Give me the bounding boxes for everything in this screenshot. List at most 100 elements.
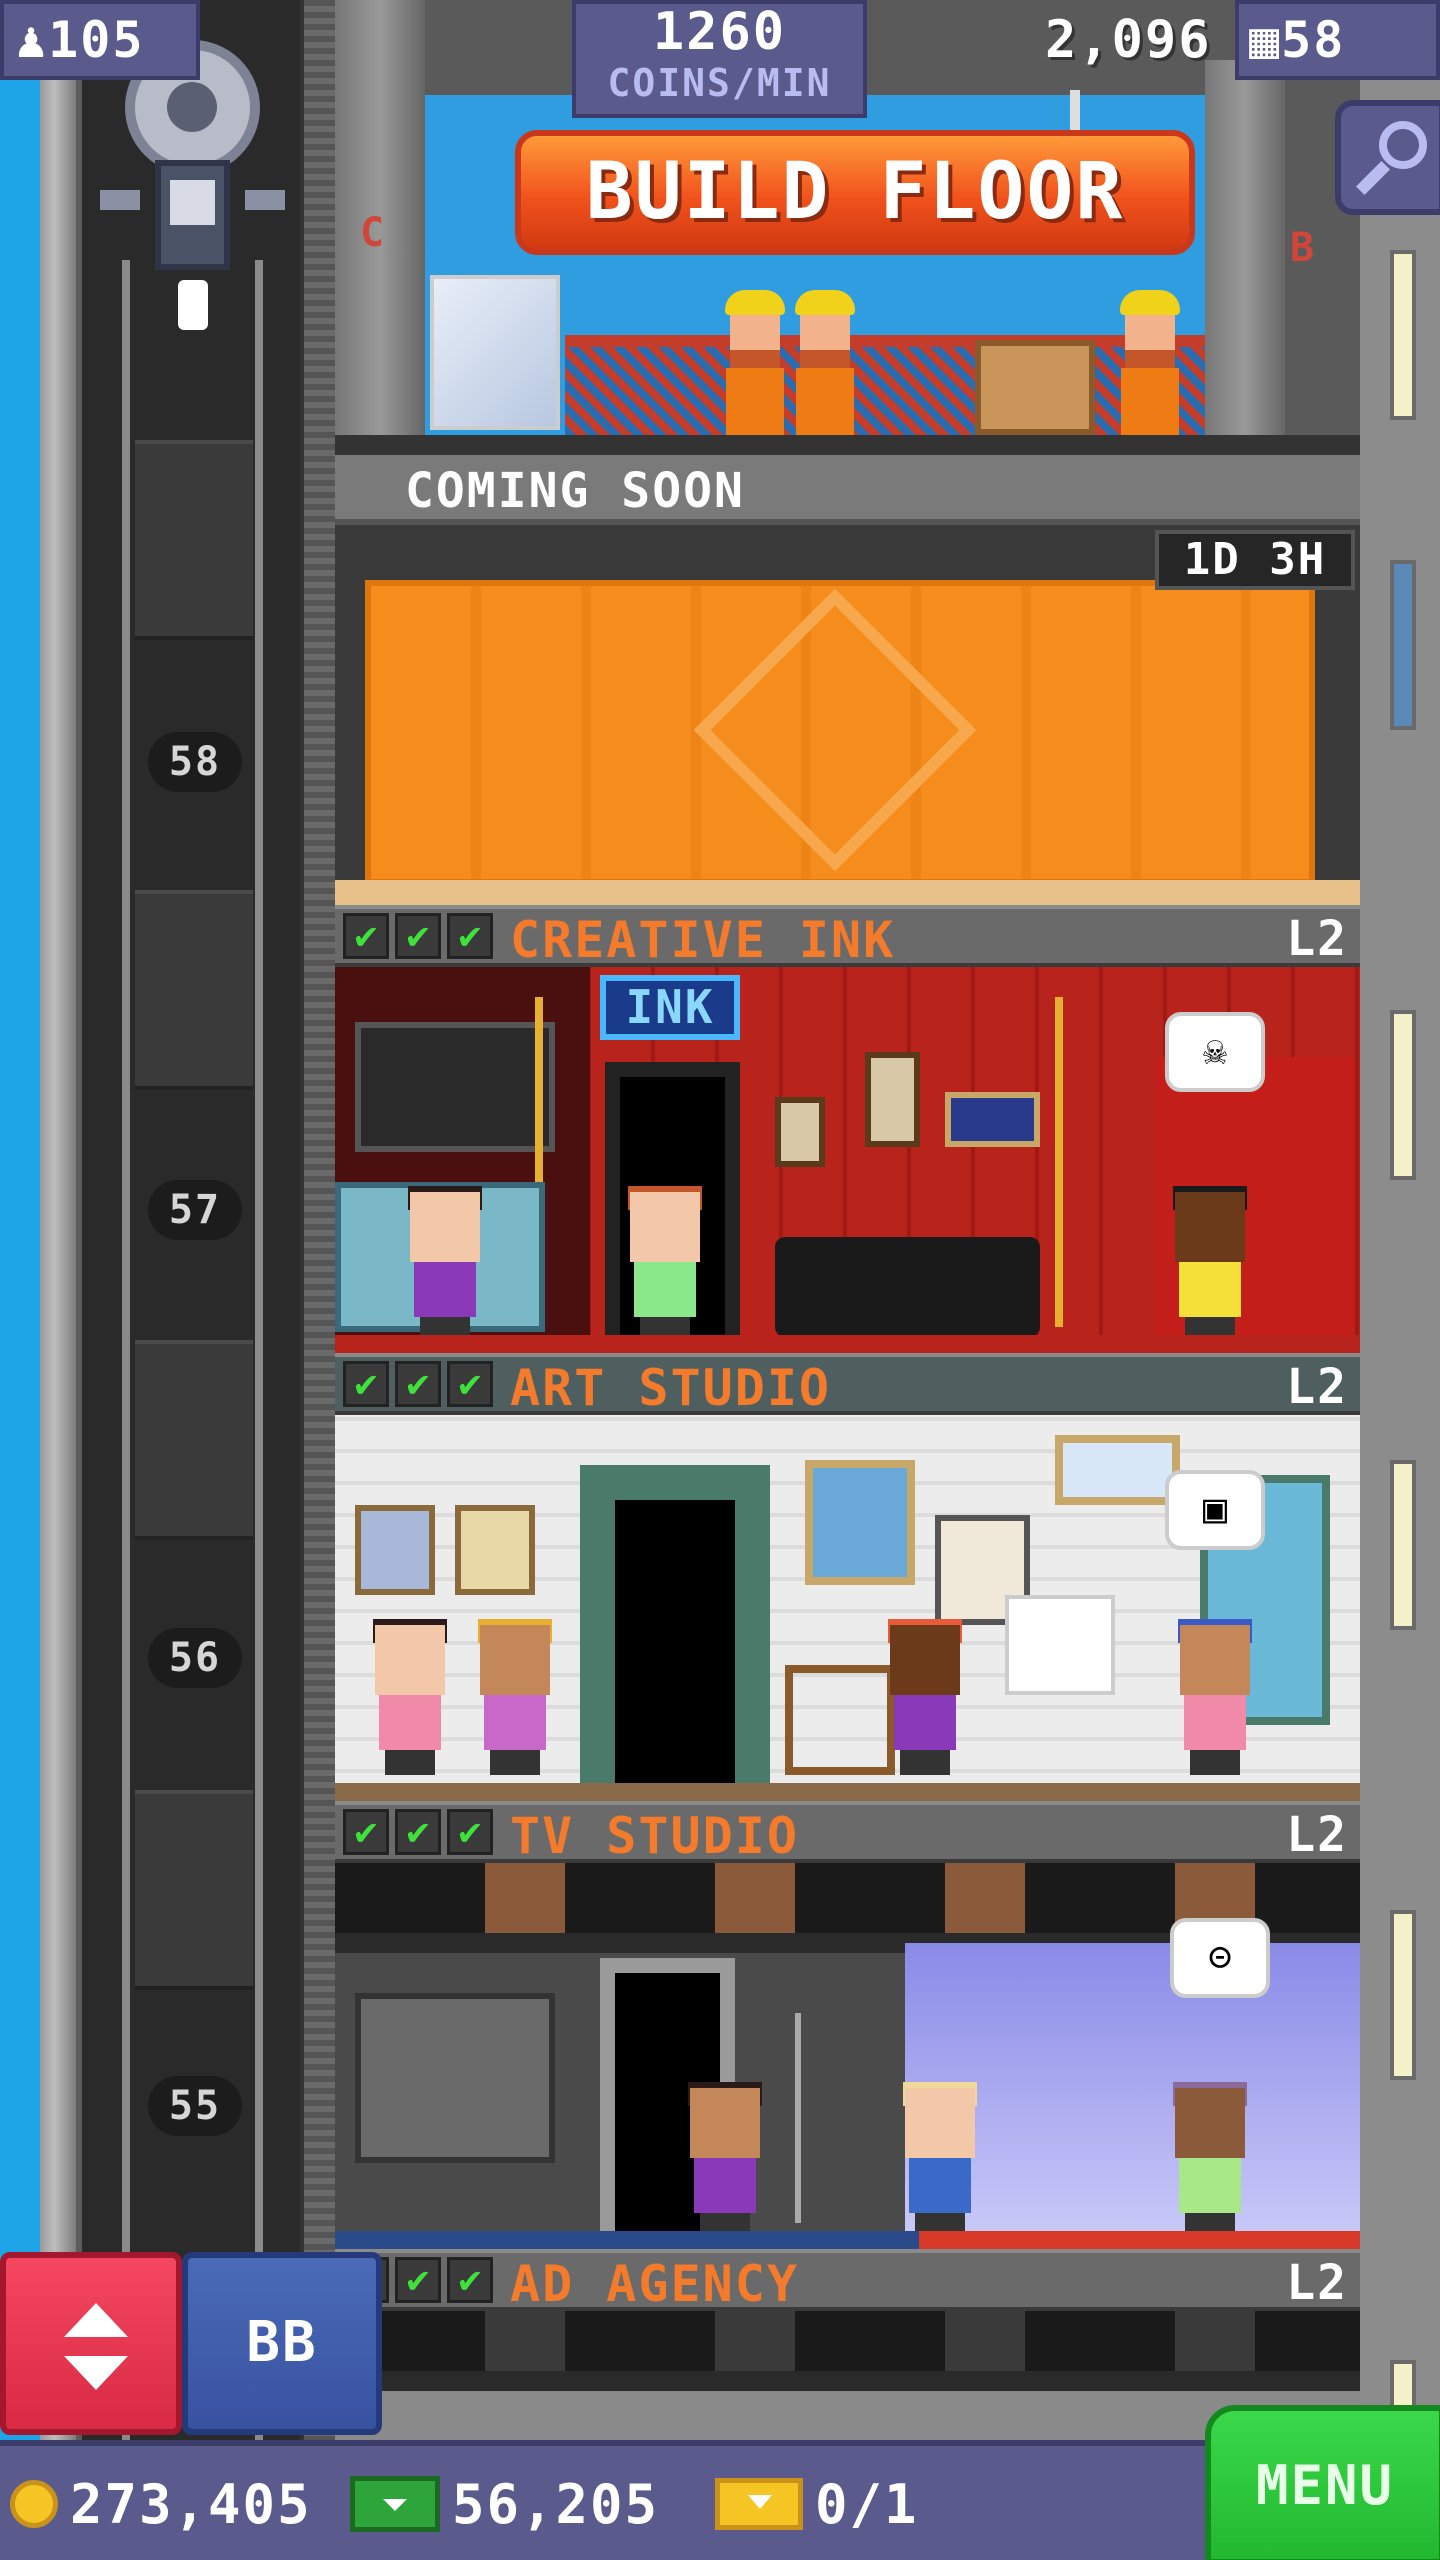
build-floor-button[interactable]: BUILD FLOOR [515,130,1195,255]
coming-soon-label: COMING SOON [405,463,745,519]
shaft-panel [135,1790,253,1990]
floor-stock-checks: ✔ ✔ ✔ [343,1361,493,1407]
painting [355,1505,435,1595]
floor-level: L2 [1286,911,1348,967]
search-button[interactable] [1335,100,1440,215]
ink-neon-sign: INK [600,975,740,1040]
bux-stat[interactable]: 56,205 [350,2464,659,2544]
person-torso [634,1262,696,1317]
coins-per-min-display: 1260 COINS/MIN [572,0,867,118]
coins-stat[interactable]: 273,405 [10,2464,312,2544]
population-value: 105 [48,11,145,69]
elevator-button[interactable] [0,2252,182,2435]
room-door [615,1500,735,1785]
winch-arm [245,190,285,210]
shaft-panel [135,1340,253,1540]
resident[interactable] [470,1619,560,1775]
floor-stock-checks: ✔ ✔ ✔ [343,913,493,959]
thought-bubble[interactable]: ☠ [1165,1012,1265,1092]
shaft-panel [135,440,253,640]
person-legs [900,1750,950,1775]
check-icon: ✔ [447,913,493,959]
up-arrow-icon [64,2303,128,2337]
room-interior [335,2311,1360,2440]
person-torso [909,2158,971,2213]
room-interior: ▣ [335,1415,1360,1801]
coin-income-popup: 2,096 [1045,10,1212,70]
floor-name: CREATIVE INK [510,911,896,969]
resident[interactable] [620,1186,710,1342]
menu-button[interactable]: MENU [1205,2405,1440,2560]
tickets-stat[interactable]: 0/1 [715,2464,919,2544]
population-counter[interactable]: ♟105 [0,0,200,80]
person-torso [894,1695,956,1750]
construction-sign-left: C [360,210,387,256]
person-head [410,1192,480,1262]
person-torso [1179,2158,1241,2213]
floor-trim [335,1335,1360,1353]
floor-art-studio[interactable]: ✔ ✔ ✔ ART STUDIO L2 ▣ [335,1353,1360,1801]
floor-level: L2 [1286,1807,1348,1863]
floor-ad-agency[interactable]: ✔ ✔ ✔ AD AGENCY L2 [335,2249,1360,2440]
person-head [905,2088,975,2158]
thought-bubble[interactable]: ⊝ [1170,1918,1270,1998]
floor-number-58: 58 [148,732,242,792]
coming-soon-floor[interactable]: COMING SOON 1D 3H [335,455,1360,905]
worker-beard [730,350,780,368]
winch-light [170,180,215,225]
construction-worker [1115,290,1185,440]
floor-name: TV STUDIO [510,1807,799,1865]
person-torso [1179,1262,1241,1317]
building-exterior-right [1360,0,1440,2440]
control-console [355,1993,555,2163]
exterior-window [1390,250,1416,420]
painting [455,1505,535,1595]
construction-timer: 1D 3H [1155,530,1355,590]
floor-tv-studio[interactable]: ✔ ✔ ✔ TV STUDIO L2 ⊝ [335,1801,1360,2249]
hard-hat [795,290,855,315]
magnifier-handle [1356,161,1390,195]
resident[interactable] [400,1186,490,1342]
studio-camera [795,2013,855,2223]
wall-frame [775,1097,825,1167]
person-torso [484,1695,546,1750]
construction-ground [335,435,1360,455]
check-icon: ✔ [395,2257,441,2303]
check-icon: ✔ [395,1809,441,1855]
coins-per-min-value: 1260 [652,2,787,62]
floor-number-55: 55 [148,2076,242,2136]
worker-suit [796,368,854,440]
check-icon: ✔ [343,1809,389,1855]
lamp-stand [1055,997,1063,1327]
resident[interactable] [680,2082,770,2238]
black-sofa [775,1237,1040,1337]
room-interior: INK ☠ [335,967,1360,1353]
shaft-panel [135,890,253,1090]
thought-bubble[interactable]: ▣ [1165,1470,1265,1550]
person-legs [490,1750,540,1775]
resident[interactable] [365,1619,455,1775]
floor-trim [335,2231,1360,2249]
check-icon: ✔ [395,1361,441,1407]
bitbook-button[interactable]: BB [182,2252,382,2435]
floor-counter[interactable]: ▦58 [1235,0,1440,80]
resident[interactable] [895,2082,985,2238]
bux-value: 56,205 [452,2472,660,2536]
floor-level: L2 [1286,2255,1348,2311]
floor-number-56: 56 [148,1628,242,1688]
resident[interactable] [1170,1619,1260,1775]
elevator-winch [100,40,285,340]
resident[interactable] [1165,2082,1255,2238]
person-legs [385,1750,435,1775]
worker-suit [726,368,784,440]
shaft-cable [122,260,130,2440]
elevator-shaft[interactable]: 58 57 56 55 [0,0,335,2440]
exterior-window [1390,1460,1416,1630]
person-head [690,2088,760,2158]
resident[interactable] [1165,1186,1255,1342]
floor-level: L2 [1286,1359,1348,1415]
resident[interactable] [880,1619,970,1775]
floor-creative-ink[interactable]: ✔ ✔ ✔ CREATIVE INK L2 INK ☠ [335,905,1360,1353]
magnifier-icon [1379,121,1427,169]
worker-beard [1125,350,1175,368]
